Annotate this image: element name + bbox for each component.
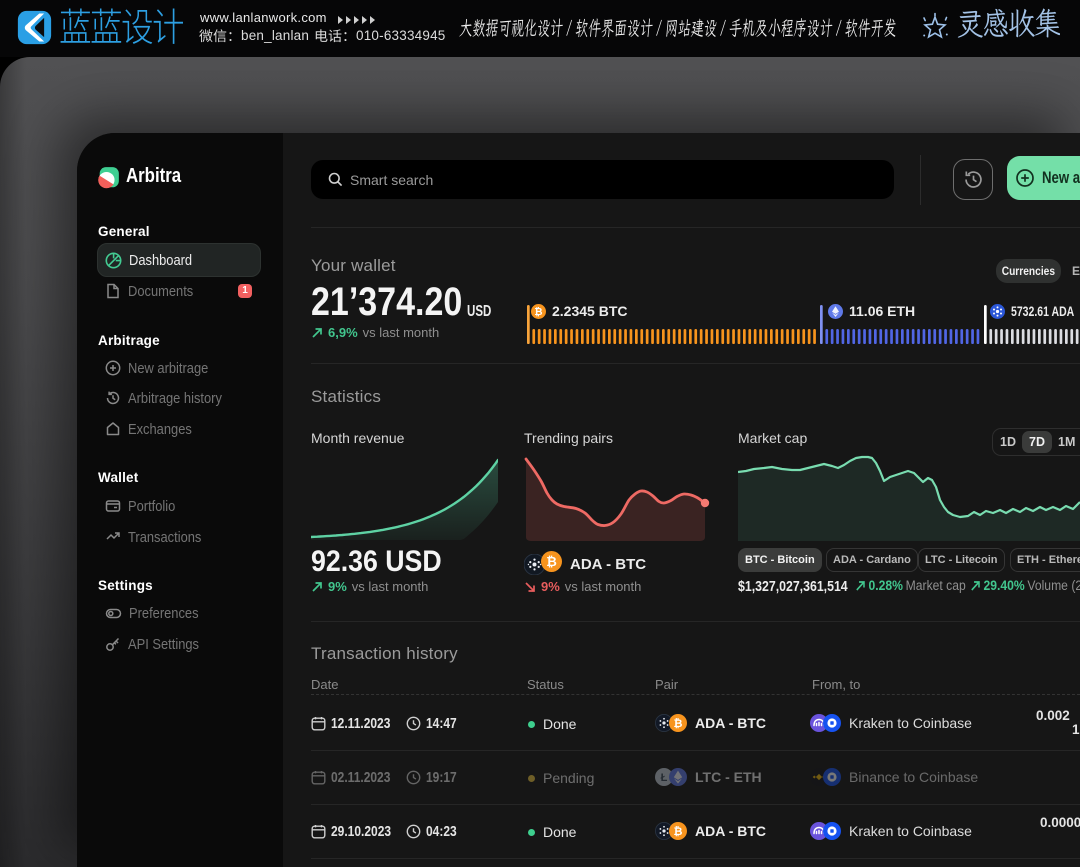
svg-text:Ł: Ł [661,772,668,784]
svg-text:₿: ₿ [534,306,542,318]
svg-text:₿: ₿ [674,718,683,730]
svg-text:₿: ₿ [546,554,557,569]
svg-text:₿: ₿ [674,826,683,838]
